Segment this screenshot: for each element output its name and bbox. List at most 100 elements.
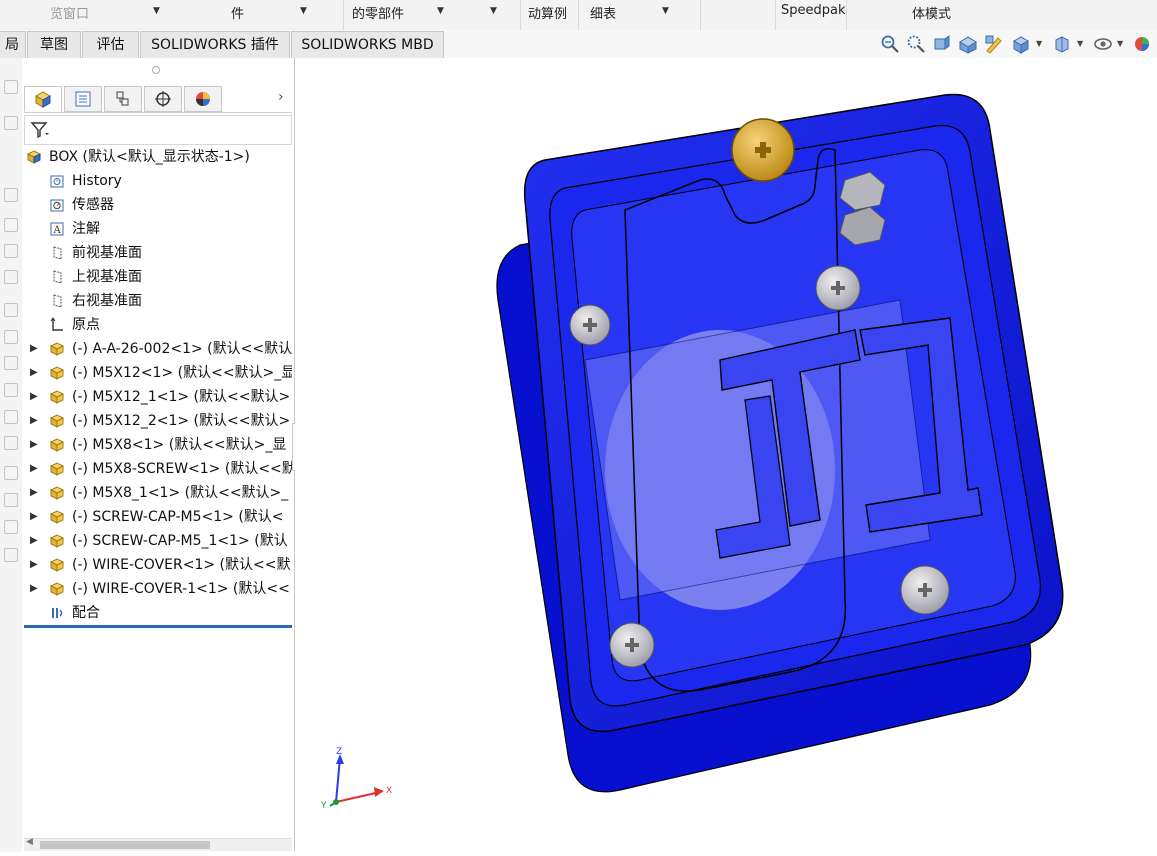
filter-icon[interactable] [30,121,50,139]
tree-item-feature[interactable]: 前视基准面 [22,242,292,264]
tree-item-component[interactable]: ▶ (-) M5X12_2<1> (默认<<默认> [22,410,292,432]
tree-item-feature[interactable]: A 注解 [22,218,292,240]
edit-appearance-icon[interactable] [1132,34,1152,54]
chevron-down-icon[interactable]: ▼ [300,6,307,16]
toolbar-button[interactable] [4,303,18,317]
tab-evaluate[interactable]: 评估 [82,31,139,58]
expand-arrow-icon[interactable]: ▶ [30,530,38,552]
part-icon [49,462,65,476]
ribbon-item-part[interactable]: 件 [231,3,244,22]
tree-item-component[interactable]: ▶ (-) M5X8-SCREW<1> (默认<<默 [22,458,292,480]
expand-arrow-icon[interactable]: ▶ [30,410,38,432]
tree-item-component[interactable]: ▶ (-) M5X8<1> (默认<<默认>_显 [22,434,292,456]
configurationmanager-tab[interactable] [104,86,142,112]
chevron-down-icon[interactable]: ▼ [153,6,160,16]
expand-arrow-icon[interactable]: ▶ [30,578,38,600]
propertymanager-tab[interactable] [64,86,102,112]
tree-item-component[interactable]: ▶ (-) M5X12<1> (默认<<默认>_显 [22,362,292,384]
expand-arrow-icon[interactable]: ▶ [30,506,38,528]
zoom-to-fit-icon[interactable] [880,34,900,54]
chevron-down-icon[interactable]: ▼ [1036,39,1042,48]
toolbar-button[interactable] [4,330,18,344]
tree-item-feature[interactable]: 配合 [22,602,292,624]
expand-arrow-icon[interactable]: ▶ [30,458,38,480]
horizontal-scrollbar[interactable]: ◀ [24,837,292,851]
toolbar-button[interactable] [4,410,18,424]
scroll-left-icon[interactable]: ◀ [26,837,33,847]
toolbar-button[interactable] [4,188,18,202]
toolbar-button[interactable] [4,493,18,507]
screw-m5-bottom-left[interactable] [609,622,655,668]
ribbon-item-motion-study[interactable]: 动算例 [528,3,567,22]
tab-layout[interactable]: 局 [0,31,26,58]
screw-m5-top-right[interactable] [815,265,861,311]
tab-solidworks-addins[interactable]: SOLIDWORKS 插件 [140,31,290,58]
display-style-icon[interactable] [1052,34,1072,54]
toolbar-button[interactable] [4,548,18,562]
toolbar-button[interactable] [4,520,18,534]
toolbar-button[interactable] [4,218,18,232]
chevron-down-icon[interactable]: ▼ [1077,39,1083,48]
tree-item-component[interactable]: ▶ (-) A-A-26-002<1> (默认<<默认 [22,338,292,360]
toolbar-button[interactable] [4,116,18,130]
chevron-down-icon[interactable]: ▼ [1117,39,1123,48]
ribbon-item-large-assembly-mode[interactable]: 体模式 [912,3,951,22]
tree-item-component[interactable]: ▶ (-) SCREW-CAP-M5<1> (默认< [22,506,292,528]
expand-arrow-icon[interactable]: ▶ [30,554,38,576]
expand-arrow-icon[interactable]: ▶ [30,362,38,384]
sensor-icon [50,199,64,212]
toolbar-button[interactable] [4,356,18,370]
tree-item-feature[interactable]: History [22,170,292,192]
ribbon-item-components[interactable]: 的零部件 [352,3,404,22]
toolbar-button[interactable] [4,270,18,284]
chevron-down-icon[interactable]: ▼ [437,6,444,16]
chevron-down-icon[interactable]: ▼ [662,6,669,16]
tree-item-component[interactable]: ▶ (-) WIRE-COVER<1> (默认<<默 [22,554,292,576]
tree-item-feature[interactable]: 右视基准面 [22,290,292,312]
chevron-down-icon[interactable]: ▼ [490,6,497,16]
screw-cap-gold[interactable] [731,118,795,182]
previous-view-icon[interactable] [932,34,952,54]
zoom-to-area-icon[interactable] [906,34,926,54]
ribbon-item-bom[interactable]: 细表 [590,3,616,22]
expand-arrow-icon[interactable]: ▶ [30,338,38,360]
dynamic-annotation-view-icon[interactable] [984,34,1004,54]
toolbar-button[interactable] [4,80,18,94]
toolbar-button[interactable] [4,383,18,397]
toolbar-button[interactable] [4,244,18,258]
tree-item-component[interactable]: ▶ (-) M5X8_1<1> (默认<<默认>_ [22,482,292,504]
view-orientation-icon[interactable] [1011,34,1031,54]
toolbar-button[interactable] [4,466,18,480]
rollback-bar[interactable] [24,625,292,628]
ribbon-item-preview-window[interactable]: 览窗口 [50,3,89,22]
expand-arrow-icon[interactable]: ▶ [30,386,38,408]
expand-arrow-icon[interactable]: ▶ [30,434,38,456]
displaymanager-tab[interactable] [184,86,222,112]
assembly-icon [26,150,42,164]
tree-item-feature[interactable]: 原点 [22,314,292,336]
tree-item-component[interactable]: ▶ (-) WIRE-COVER-1<1> (默认<< [22,578,292,600]
tab-sketch[interactable]: 草图 [27,31,81,58]
tree-item-feature[interactable]: 上视基准面 [22,266,292,288]
tab-solidworks-mbd[interactable]: SOLIDWORKS MBD [291,31,444,58]
dimxpertmanager-tab[interactable] [144,86,182,112]
screw-m5-left[interactable] [569,304,611,346]
tree-item-feature[interactable]: 传感器 [22,194,292,216]
tree-filter-bar[interactable] [24,115,292,145]
expand-arrow-icon[interactable]: ▶ [30,482,38,504]
chevron-right-icon[interactable]: › [278,89,284,105]
toolbar-button[interactable] [4,436,18,450]
tree-item-component[interactable]: ▶ (-) M5X12_1<1> (默认<<默认> [22,386,292,408]
hide-show-items-icon[interactable] [1093,34,1113,54]
3d-model-box-assembly[interactable] [295,58,1157,852]
section-view-icon[interactable] [958,34,978,54]
tree-root-assembly[interactable]: BOX (默认<默认_显示状态-1>) [22,146,292,168]
featuremanager-tab[interactable] [24,86,62,112]
ribbon-item-speedpak[interactable]: Speedpak [781,3,846,18]
screw-m5-bottom-right[interactable] [900,565,950,615]
graphics-viewport[interactable]: Z X Y [295,58,1157,852]
tree-item-component[interactable]: ▶ (-) SCREW-CAP-M5_1<1> (默认 [22,530,292,552]
scrollbar-thumb[interactable] [40,841,210,849]
coordinate-triad: Z X Y [320,747,392,811]
panel-grip-handle[interactable] [152,66,160,74]
